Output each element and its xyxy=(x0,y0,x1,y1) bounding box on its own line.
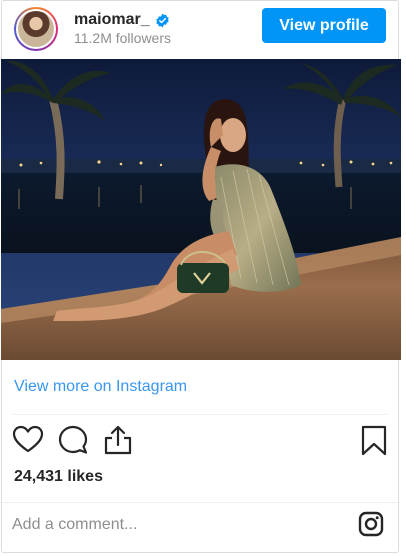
username-row: maiomar_ xyxy=(74,11,170,29)
instagram-icon[interactable] xyxy=(358,511,384,537)
post-photo[interactable] xyxy=(1,59,401,360)
divider xyxy=(2,502,398,503)
post-actions xyxy=(12,424,390,460)
share-icon[interactable] xyxy=(102,424,134,456)
avatar[interactable] xyxy=(14,7,58,51)
likes-count[interactable]: 24,431 likes xyxy=(14,468,103,486)
avatar-image xyxy=(16,9,56,49)
comment-input[interactable] xyxy=(12,511,332,539)
instagram-embed-card: maiomar_ 11.2M followers View profile Vi… xyxy=(1,0,401,553)
view-more-link[interactable]: View more on Instagram xyxy=(14,378,187,396)
username[interactable]: maiomar_ xyxy=(74,11,150,29)
comment-icon[interactable] xyxy=(57,424,89,456)
followers-count: 11.2M followers xyxy=(74,30,172,46)
post-photo-image xyxy=(1,59,401,360)
verified-badge-icon xyxy=(155,13,169,27)
divider xyxy=(12,414,388,415)
heart-icon[interactable] xyxy=(12,424,44,456)
view-profile-button[interactable]: View profile xyxy=(262,8,386,43)
post-header: maiomar_ 11.2M followers View profile xyxy=(2,1,398,59)
bookmark-icon[interactable] xyxy=(358,424,390,456)
